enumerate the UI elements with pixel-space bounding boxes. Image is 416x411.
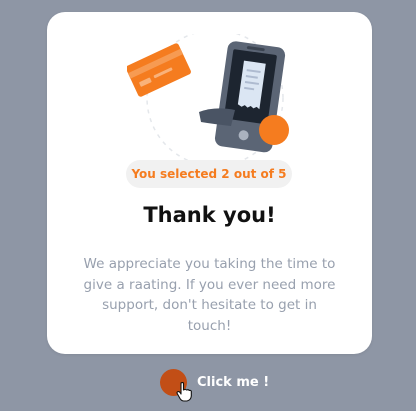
selection-badge: You selected 2 out of 5 bbox=[126, 160, 292, 188]
phone-receipt-illustration bbox=[127, 34, 289, 162]
hand-pointer-cursor-icon bbox=[176, 382, 192, 402]
click-me-label[interactable]: Click me ! bbox=[197, 375, 269, 390]
page-title: Thank you! bbox=[143, 203, 276, 227]
thank-you-message: We appreciate you taking the time to giv… bbox=[83, 256, 336, 334]
thank-you-card: You selected 2 out of 5 Thank you! We ap… bbox=[47, 12, 372, 354]
